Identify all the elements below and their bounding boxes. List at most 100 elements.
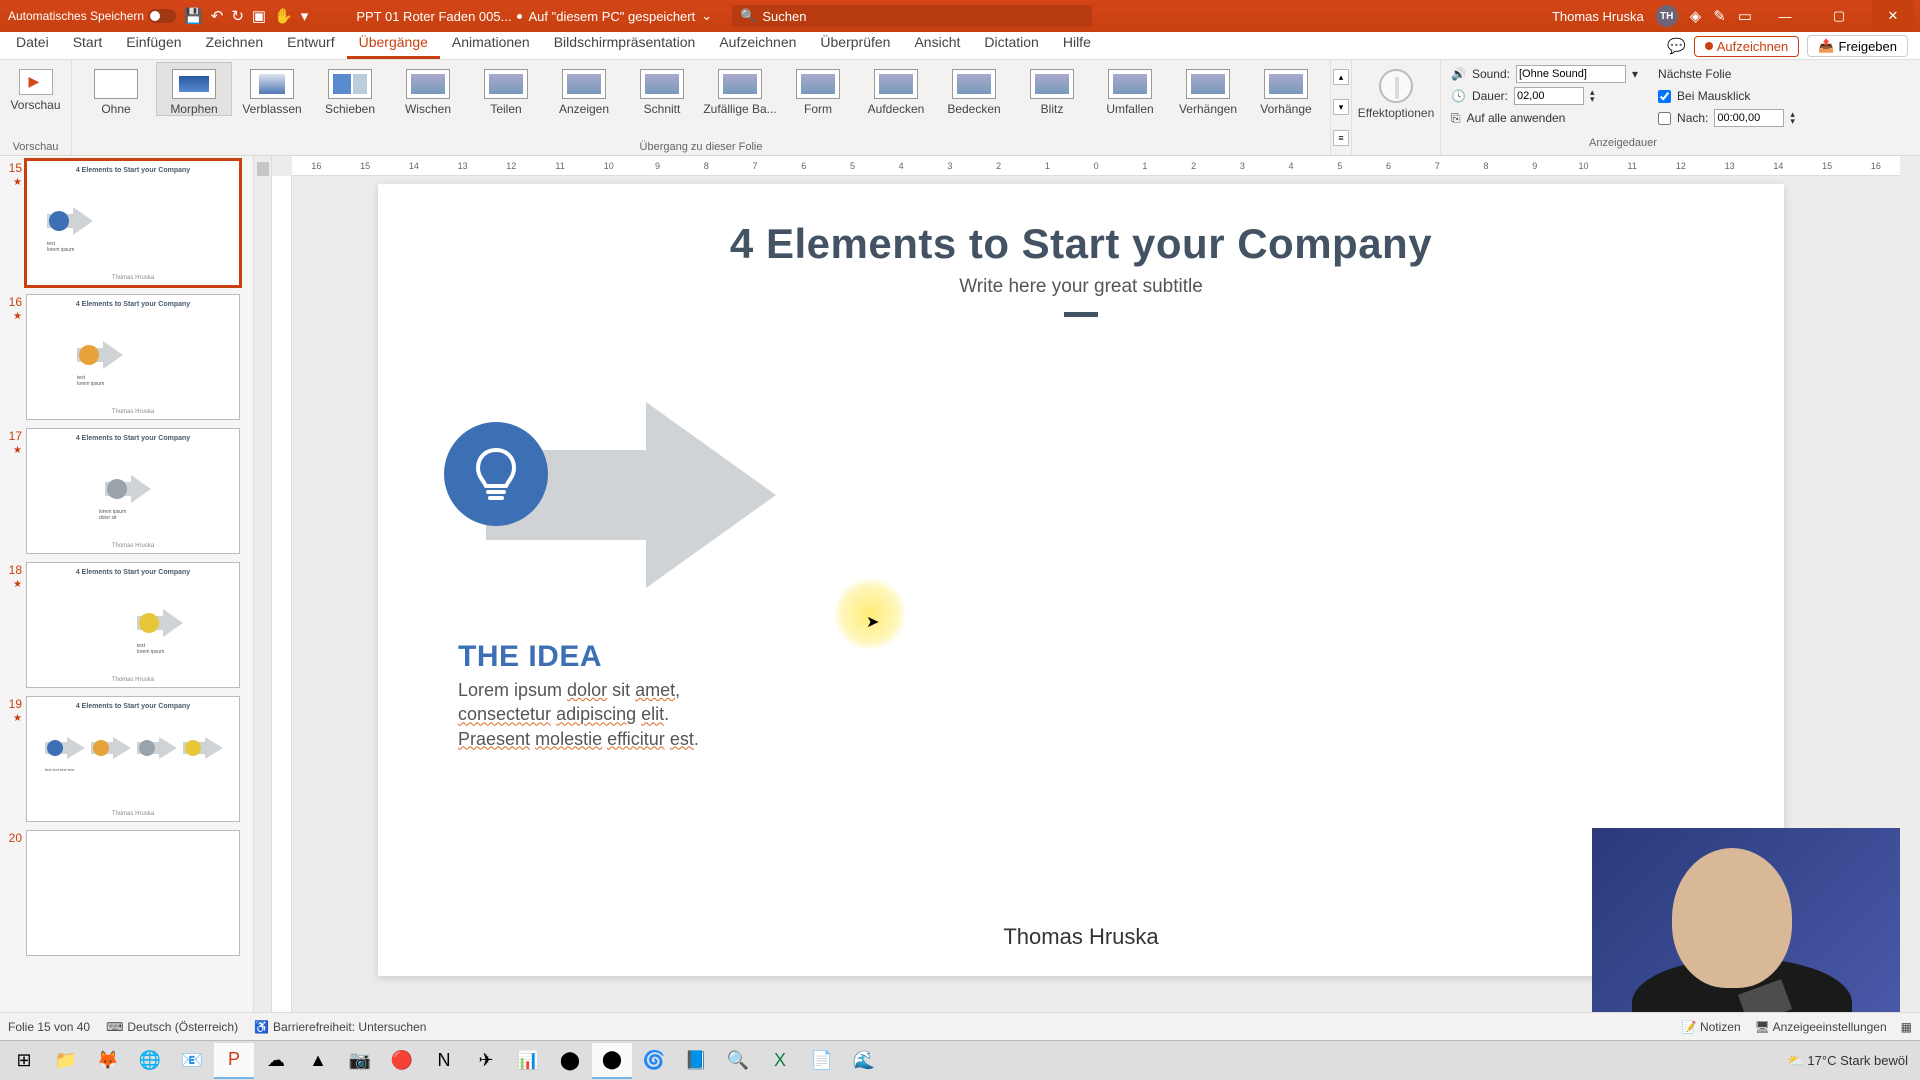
maximize-button[interactable]: ▢ [1818,0,1860,32]
app-icon[interactable]: 📊 [508,1043,548,1079]
accessibility-status[interactable]: ♿Barrierefreiheit: Untersuchen [254,1020,426,1034]
explorer-icon[interactable]: 📁 [46,1043,86,1079]
on-click-checkbox[interactable] [1658,90,1671,103]
slide-thumbnail[interactable]: 19★4 Elements to Start your Companytext … [4,696,253,822]
diamond-icon[interactable]: ◈ [1690,7,1702,25]
present-icon[interactable]: ▣ [252,7,266,25]
comments-icon[interactable]: 💬 [1667,37,1686,55]
preview-button[interactable]: Vorschau [6,62,65,112]
excel-icon[interactable]: X [760,1043,800,1079]
transition-verblassen[interactable]: Verblassen [234,62,310,116]
app-icon[interactable]: 🌀 [634,1043,674,1079]
gallery-down-icon[interactable]: ▾ [1333,99,1349,115]
pen-icon[interactable]: ✎ [1713,7,1726,25]
editor-scrollbar[interactable] [1902,176,1920,1040]
slide-counter[interactable]: Folie 15 von 40 [8,1020,90,1034]
spinner-icon[interactable]: ▴▾ [1590,89,1595,103]
autosave-toggle[interactable]: Automatisches Speichern [8,9,176,23]
transition-wischen[interactable]: Wischen [390,62,466,116]
normal-view-icon[interactable]: ▦ [1901,1020,1912,1034]
document-title[interactable]: PPT 01 Roter Faden 005... Auf "diesem PC… [356,8,712,24]
app-icon[interactable]: ⬤ [592,1043,632,1079]
transition-umfallen[interactable]: Umfallen [1092,62,1168,116]
record-button[interactable]: Aufzeichnen [1694,36,1800,57]
app-icon[interactable]: ⬤ [550,1043,590,1079]
transition-anzeigen[interactable]: Anzeigen [546,62,622,116]
slide-thumbnail[interactable]: 16★4 Elements to Start your Companytextl… [4,294,253,420]
touch-icon[interactable]: ✋ [274,7,293,25]
app-icon[interactable]: 🔴 [382,1043,422,1079]
chrome-icon[interactable]: 🌐 [130,1043,170,1079]
transition-schieben[interactable]: Schieben [312,62,388,116]
sound-select[interactable] [1516,65,1626,83]
redo-icon[interactable]: ↻ [231,7,244,25]
tab-dictation[interactable]: Dictation [972,30,1050,59]
firefox-icon[interactable]: 🦊 [88,1043,128,1079]
effect-options-button[interactable]: Effektoptionen [1358,62,1434,120]
chevron-down-icon[interactable]: ▾ [1632,67,1638,81]
tab-aufzeichnen[interactable]: Aufzeichnen [707,30,808,59]
user-avatar[interactable]: TH [1656,5,1678,27]
save-icon[interactable]: 💾 [184,7,203,25]
transition-vorhnge[interactable]: Vorhänge [1248,62,1324,116]
share-button[interactable]: 📤Freigeben [1807,35,1908,57]
slide-thumbnail[interactable]: 15★4 Elements to Start your Companytextl… [4,160,253,286]
onenote-icon[interactable]: N [424,1043,464,1079]
language-status[interactable]: ⌨Deutsch (Österreich) [106,1020,238,1034]
tab-überprüfen[interactable]: Überprüfen [808,30,902,59]
app-icon[interactable]: ☁ [256,1043,296,1079]
user-name[interactable]: Thomas Hruska [1552,9,1644,24]
tab-hilfe[interactable]: Hilfe [1051,30,1103,59]
transition-schnitt[interactable]: Schnitt [624,62,700,116]
telegram-icon[interactable]: ✈ [466,1043,506,1079]
undo-icon[interactable]: ↶ [211,7,224,25]
tab-entwurf[interactable]: Entwurf [275,30,346,59]
tab-animationen[interactable]: Animationen [440,30,542,59]
tab-start[interactable]: Start [61,30,115,59]
after-input[interactable] [1714,109,1784,127]
panel-scrollbar[interactable]: ▾ [253,156,271,1040]
slide-thumbnail[interactable]: 18★4 Elements to Start your Companytextl… [4,562,253,688]
tab-übergänge[interactable]: Übergänge [347,30,440,59]
start-button[interactable]: ⊞ [4,1043,44,1079]
weather-widget[interactable]: ⛅ 17°C Stark bewöl [1788,1053,1908,1069]
gallery-up-icon[interactable]: ▴ [1333,69,1349,85]
transition-teilen[interactable]: Teilen [468,62,544,116]
slide-thumbnail[interactable]: 20 [4,830,253,956]
window-icon[interactable]: ▭ [1738,7,1752,25]
tab-einfügen[interactable]: Einfügen [114,30,193,59]
display-settings-button[interactable]: 🖥 Anzeigeeinstellungen [1755,1020,1887,1034]
tab-bildschirmpräsentation[interactable]: Bildschirmpräsentation [542,30,708,59]
transition-zuflligeba[interactable]: Zufällige Ba... [702,62,778,116]
transition-blitz[interactable]: Blitz [1014,62,1090,116]
transition-aufdecken[interactable]: Aufdecken [858,62,934,116]
search-input[interactable] [762,9,1084,24]
app-icon[interactable]: 📄 [802,1043,842,1079]
apply-all-button[interactable]: ⎘Auf alle anwenden [1451,108,1638,128]
transition-ohne[interactable]: Ohne [78,62,154,116]
vlc-icon[interactable]: ▲ [298,1043,338,1079]
gallery-more-icon[interactable]: ≡ [1333,130,1349,146]
after-checkbox[interactable] [1658,112,1671,125]
edge-icon[interactable]: 🌊 [844,1043,884,1079]
transition-form[interactable]: Form [780,62,856,116]
transition-bedecken[interactable]: Bedecken [936,62,1012,116]
minimize-button[interactable]: — [1764,0,1806,32]
transition-morphen[interactable]: Morphen [156,62,232,116]
spinner-icon[interactable]: ▴▾ [1790,111,1795,125]
duration-input[interactable] [1514,87,1584,105]
app-icon[interactable]: 📷 [340,1043,380,1079]
outlook-icon[interactable]: 📧 [172,1043,212,1079]
search-box[interactable]: 🔍 [732,5,1092,27]
tab-datei[interactable]: Datei [4,30,61,59]
app-icon[interactable]: 🔍 [718,1043,758,1079]
transition-verhngen[interactable]: Verhängen [1170,62,1246,116]
close-button[interactable]: ✕ [1872,0,1914,32]
slide-thumbnail[interactable]: 17★4 Elements to Start your Companylorem… [4,428,253,554]
tab-zeichnen[interactable]: Zeichnen [194,30,276,59]
notes-button[interactable]: 📝 Notizen [1682,1020,1741,1034]
slide-canvas[interactable]: 4 Elements to Start your Company Write h… [378,184,1784,976]
tab-ansicht[interactable]: Ansicht [902,30,972,59]
powerpoint-icon[interactable]: P [214,1043,254,1079]
app-icon[interactable]: 📘 [676,1043,716,1079]
